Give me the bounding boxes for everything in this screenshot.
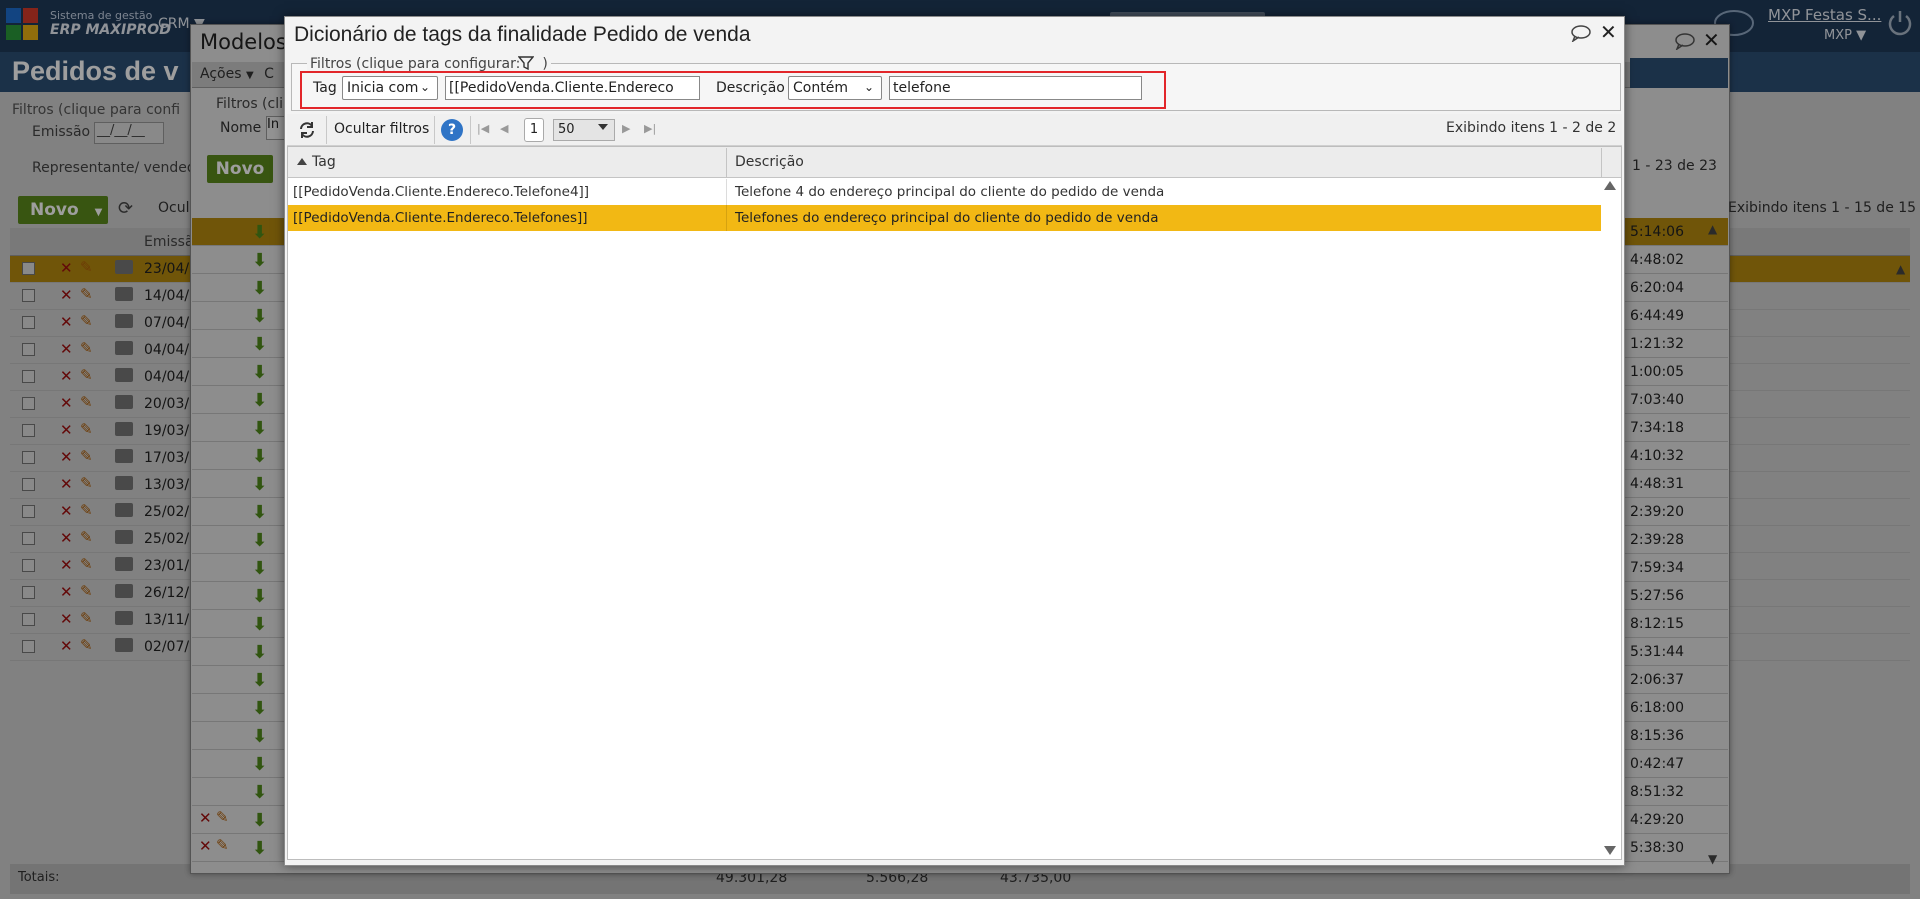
comment-icon[interactable] — [1570, 24, 1592, 42]
tag-cell: [[PedidoVenda.Cliente.Endereco.Telefone4… — [293, 184, 590, 200]
page-number[interactable]: 1 — [524, 118, 544, 142]
column-divider — [1601, 148, 1602, 178]
filters-legend[interactable]: Filtros (clique para configurar:) — [307, 56, 551, 72]
toolbar-separator — [326, 116, 327, 144]
descricao-cell: Telefones do endereço principal do clien… — [735, 210, 1159, 226]
col-tag-header[interactable]: Tag — [312, 154, 336, 170]
help-icon[interactable]: ? — [441, 119, 463, 141]
tags-grid — [287, 146, 1622, 860]
descricao-cell: Telefone 4 do endereço principal do clie… — [735, 184, 1165, 200]
descricao-filter-label: Descrição — [716, 80, 785, 96]
table-row-selected[interactable]: [[PedidoVenda.Cliente.Endereco.Telefones… — [288, 205, 1601, 231]
last-page-icon[interactable]: ▶| — [644, 122, 656, 135]
dialog-title: Dicionário de tags da finalidade Pedido … — [294, 23, 751, 46]
chevron-down-icon: ⌄ — [420, 80, 431, 94]
ocultar-filtros-button[interactable]: Ocultar filtros — [334, 121, 429, 137]
first-page-icon[interactable]: |◀ — [477, 122, 489, 135]
cell-divider — [726, 179, 727, 205]
close-icon[interactable]: ✕ — [1600, 20, 1617, 44]
scroll-up-icon[interactable] — [1604, 181, 1616, 190]
funnel-icon[interactable] — [518, 55, 534, 71]
page-size-select[interactable]: 50 — [553, 119, 615, 141]
filters-legend-end: ) — [542, 56, 548, 72]
refresh-icon[interactable] — [297, 120, 317, 140]
col-descricao-header[interactable]: Descrição — [735, 154, 804, 170]
next-page-icon[interactable]: ▶ — [622, 122, 630, 135]
items-count: Exibindo itens 1 - 2 de 2 — [1446, 120, 1617, 136]
descricao-filter-input[interactable]: telefone — [889, 76, 1142, 100]
tag-filter-label: Tag — [313, 80, 337, 96]
filters-legend-text: Filtros (clique para configurar: — [310, 56, 521, 72]
tag-cell: [[PedidoVenda.Cliente.Endereco.Telefones… — [293, 210, 588, 226]
scroll-down-icon[interactable] — [1604, 846, 1616, 855]
column-divider[interactable] — [726, 148, 727, 178]
previous-page-icon[interactable]: ◀ — [500, 122, 508, 135]
cell-divider — [726, 205, 727, 231]
chevron-down-icon — [598, 124, 608, 130]
toolbar-separator — [470, 116, 471, 144]
chevron-down-icon: ⌄ — [864, 80, 875, 94]
tag-filter-input[interactable]: [[PedidoVenda.Cliente.Endereco — [445, 76, 700, 100]
tags-grid-header — [288, 147, 1621, 178]
table-row[interactable]: [[PedidoVenda.Cliente.Endereco.Telefone4… — [288, 179, 1601, 205]
toolbar-separator — [434, 116, 435, 144]
sort-ascending-icon[interactable] — [297, 158, 307, 165]
